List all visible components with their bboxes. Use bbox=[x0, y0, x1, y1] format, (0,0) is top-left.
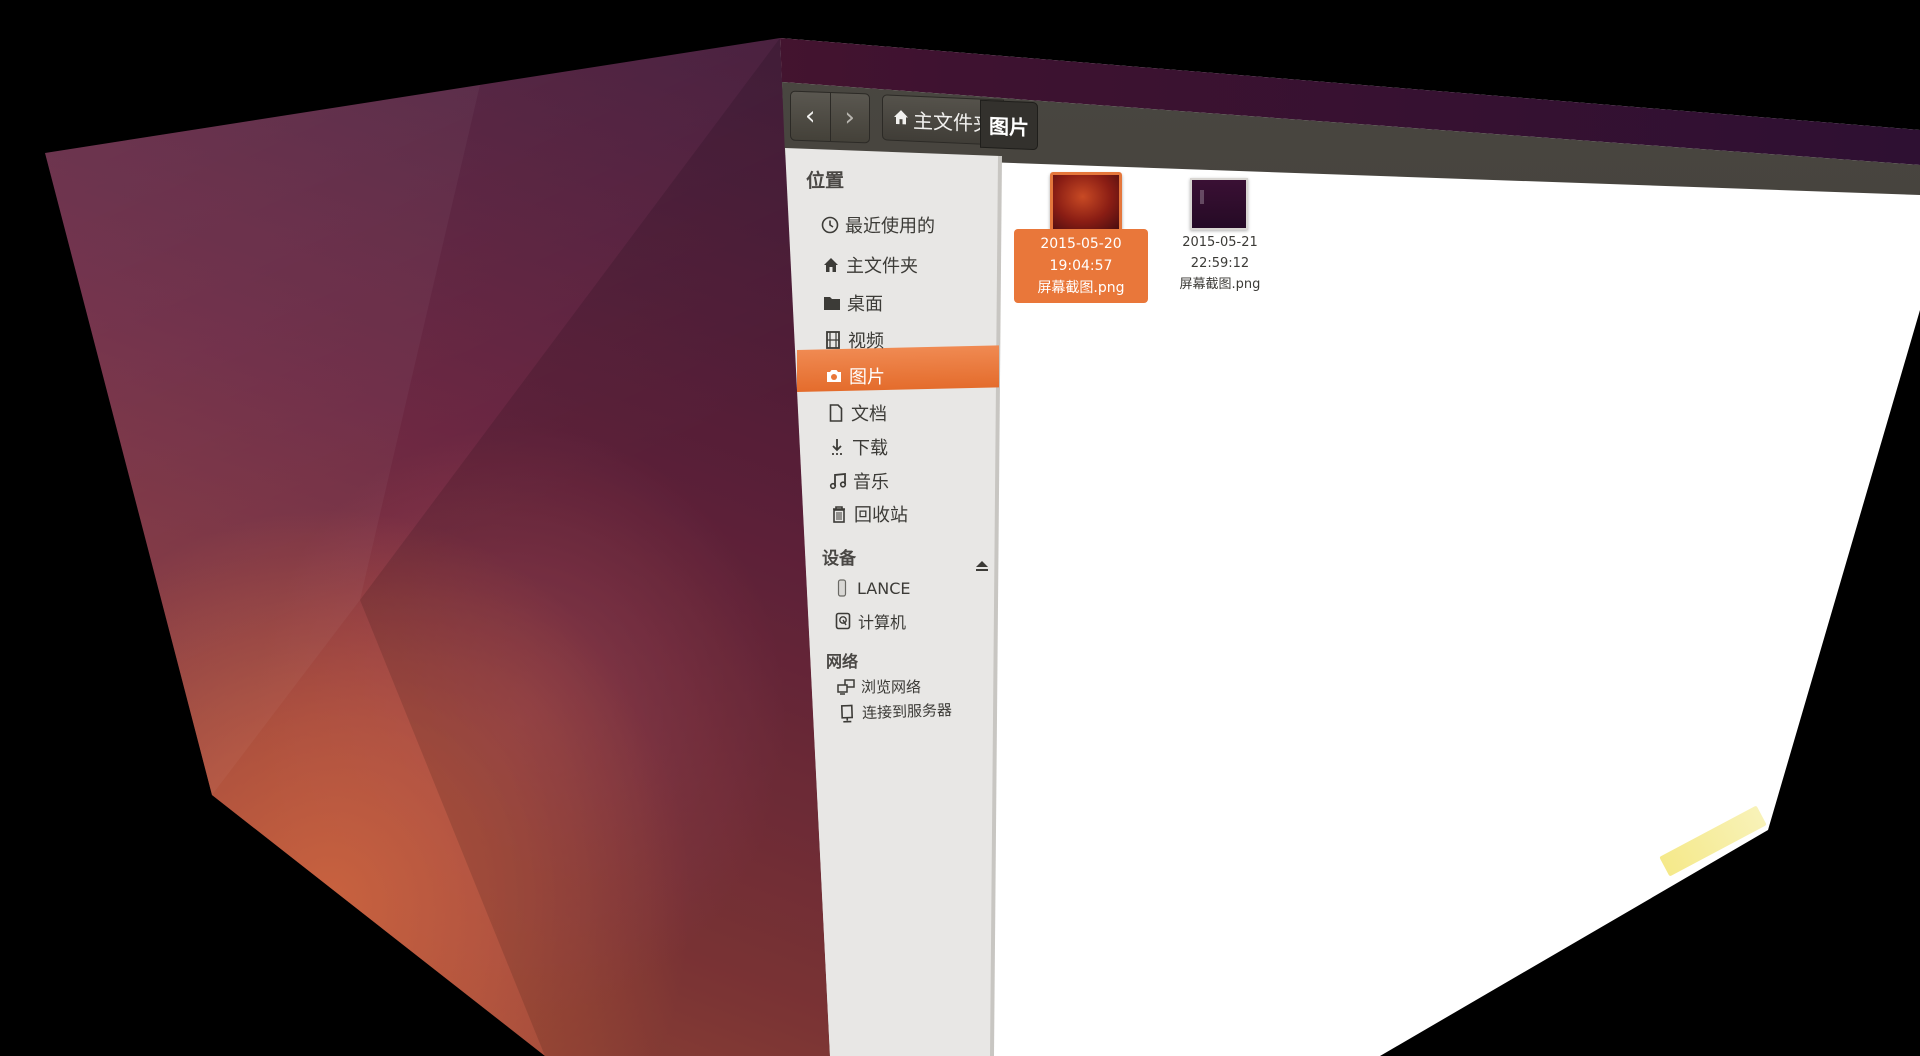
sidebar-item-pictures[interactable]: 图片 bbox=[824, 363, 885, 389]
sidebar-item-label: 下载 bbox=[852, 438, 888, 459]
back-button[interactable]: ‹ bbox=[791, 92, 830, 141]
sidebar-item-trash[interactable]: 回收站 bbox=[829, 501, 908, 527]
sidebar-item-label: LANCE bbox=[857, 578, 911, 598]
trash-icon bbox=[829, 504, 849, 524]
navigation-buttons: ‹ › bbox=[790, 90, 870, 144]
usb-drive-icon bbox=[832, 578, 852, 598]
sidebar-item-label: 视频 bbox=[848, 331, 884, 352]
sidebar-heading-devices: 设备 bbox=[822, 549, 856, 569]
music-icon bbox=[828, 471, 848, 491]
breadcrumb-current-label: 图片 bbox=[989, 113, 1029, 140]
file-thumbnail[interactable] bbox=[1050, 172, 1122, 232]
document-icon bbox=[826, 403, 846, 423]
file-thumbnail[interactable] bbox=[1190, 178, 1248, 230]
clock-icon bbox=[820, 215, 840, 235]
sidebar-item-downloads[interactable]: 下载 bbox=[827, 434, 888, 460]
sidebar-item-label: 文档 bbox=[851, 404, 887, 425]
sidebar-item-label: 连接到服务器 bbox=[861, 700, 953, 723]
sidebar-item-label: 浏览网络 bbox=[861, 678, 922, 696]
camera-icon bbox=[824, 366, 844, 386]
file-label[interactable]: 2015-05-21 22:59:12 屏幕截图.png bbox=[1155, 232, 1285, 295]
home-icon bbox=[821, 255, 841, 275]
sidebar-item-label: 音乐 bbox=[853, 472, 889, 493]
eject-icon[interactable] bbox=[975, 558, 991, 574]
sidebar-item-connect-server[interactable]: 连接到服务器 bbox=[837, 699, 953, 724]
sidebar-item-label: 计算机 bbox=[858, 613, 907, 632]
sidebar-item-desktop[interactable]: 桌面 bbox=[822, 290, 883, 316]
file-name-line2: 屏幕截图.png bbox=[1037, 280, 1125, 296]
breadcrumb-current[interactable]: 图片 bbox=[980, 99, 1038, 151]
file-name-line2: 屏幕截图.png bbox=[1179, 277, 1261, 292]
sidebar-item-browse-network[interactable]: 浏览网络 bbox=[836, 676, 921, 697]
sidebar-item-label: 最近使用的 bbox=[845, 216, 935, 237]
forward-button[interactable]: › bbox=[829, 92, 869, 143]
file-name-line1: 2015-05-20 19:04:57 bbox=[1040, 236, 1122, 274]
sidebar-item-recent[interactable]: 最近使用的 bbox=[820, 212, 935, 238]
sidebar-item-home[interactable]: 主文件夹 bbox=[821, 252, 918, 278]
harddisk-icon bbox=[833, 611, 853, 631]
chevron-right-icon: › bbox=[844, 102, 855, 133]
sidebar-item-label: 桌面 bbox=[847, 294, 883, 315]
file-label-selected[interactable]: 2015-05-20 19:04:57 屏幕截图.png bbox=[1014, 229, 1148, 303]
film-icon bbox=[823, 330, 843, 350]
chevron-left-icon: ‹ bbox=[805, 101, 816, 132]
file-name-line1: 2015-05-21 22:59:12 bbox=[1182, 235, 1258, 271]
sidebar-item-lance[interactable]: LANCE bbox=[832, 578, 910, 598]
sidebar-item-label: 图片 bbox=[849, 367, 885, 388]
sidebar-item-label: 主文件夹 bbox=[846, 256, 918, 277]
sidebar-item-label: 回收站 bbox=[854, 505, 908, 526]
sidebar-heading-network: 网络 bbox=[826, 652, 859, 671]
sidebar-item-computer[interactable]: 计算机 bbox=[833, 609, 906, 633]
workspace-cube: ‹ › 主文件夹 图片 位置 最近使用的 主文件夹 桌面 视频 图片 文档 下载… bbox=[0, 0, 1920, 1056]
network-icon bbox=[836, 677, 856, 697]
home-icon bbox=[893, 106, 909, 131]
sidebar-item-videos[interactable]: 视频 bbox=[823, 327, 884, 353]
download-icon bbox=[827, 437, 847, 457]
server-icon bbox=[837, 703, 858, 724]
sidebar-item-music[interactable]: 音乐 bbox=[828, 468, 889, 494]
folder-icon bbox=[822, 293, 842, 313]
sidebar-item-documents[interactable]: 文档 bbox=[826, 400, 887, 426]
sidebar-heading-places: 位置 bbox=[805, 169, 845, 193]
